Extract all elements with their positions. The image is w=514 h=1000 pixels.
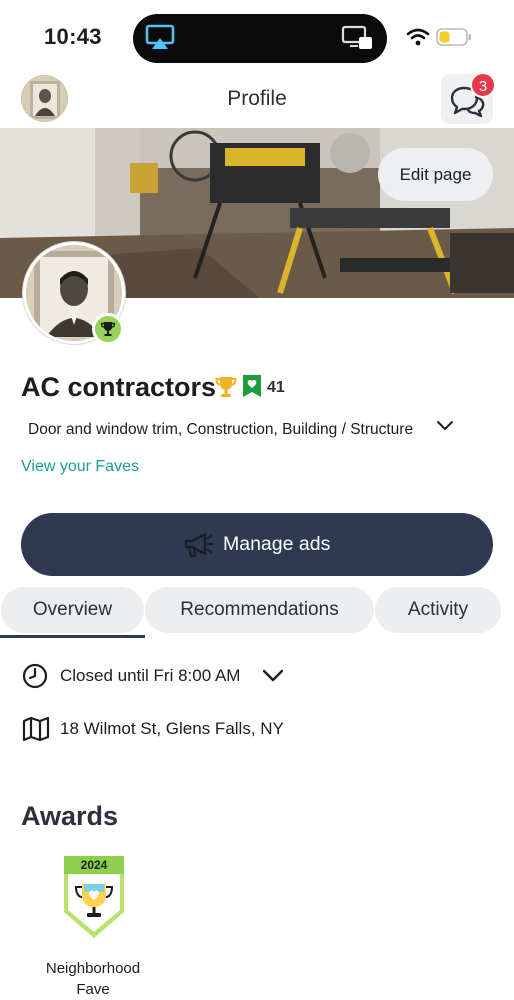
award-year: 2024 xyxy=(81,858,108,872)
manage-ads-button[interactable]: Manage ads xyxy=(21,513,493,576)
business-name: AC contractors xyxy=(21,372,217,402)
wifi-icon xyxy=(406,28,430,46)
tab-overview[interactable]: Overview xyxy=(1,587,144,633)
award-badge xyxy=(92,313,124,345)
hours-status: Closed until Fri 8:00 AM xyxy=(60,666,241,685)
fave-icon xyxy=(243,375,261,397)
message-count-badge: 3 xyxy=(470,72,496,98)
business-address: 18 Wilmot St, Glens Falls, NY xyxy=(60,719,284,738)
tab-bar: Overview Recommendations Activity xyxy=(0,587,514,638)
megaphone-icon xyxy=(184,532,213,558)
awards-heading: Awards xyxy=(21,801,119,831)
view-faves-link[interactable]: View your Faves xyxy=(21,458,139,476)
chevron-down-icon[interactable] xyxy=(436,419,454,433)
trophy-badge-icon xyxy=(100,322,116,336)
messages-button[interactable]: 3 xyxy=(441,72,496,124)
trophy-icon xyxy=(215,377,237,397)
status-time: 10:43 xyxy=(44,24,102,49)
page-title: Profile xyxy=(227,87,287,110)
fave-count: 41 xyxy=(267,379,285,396)
nav-bar: Profile 3 xyxy=(0,68,514,128)
map-icon xyxy=(22,716,50,742)
tab-recommendations[interactable]: Recommendations xyxy=(145,587,374,633)
address-row[interactable]: 18 Wilmot St, Glens Falls, NY xyxy=(22,714,492,744)
hours-row[interactable]: Closed until Fri 8:00 AM xyxy=(22,661,492,691)
dynamic-island xyxy=(133,14,387,63)
award-card[interactable]: 2024 Neighborhood Fave xyxy=(30,852,156,1000)
tab-activity[interactable]: Activity xyxy=(375,587,501,633)
clock-icon xyxy=(22,663,48,689)
award-label-line2: Fave xyxy=(76,981,110,998)
battery-icon xyxy=(436,28,471,46)
award-label-line1: Neighborhood xyxy=(45,960,141,977)
business-categories: Door and window trim, Construction, Buil… xyxy=(28,421,414,438)
manage-ads-label: Manage ads xyxy=(223,533,331,555)
edit-page-button[interactable]: Edit page xyxy=(378,148,493,201)
award-icon: 2024 xyxy=(64,856,124,938)
chevron-down-icon[interactable] xyxy=(262,669,284,683)
screen-mirror-icon xyxy=(341,25,372,49)
active-tab-indicator xyxy=(0,635,145,638)
status-bar: 10:43 xyxy=(0,0,514,68)
award-label: Neighborhood Fave xyxy=(30,958,156,1000)
airplay-icon xyxy=(145,24,175,49)
